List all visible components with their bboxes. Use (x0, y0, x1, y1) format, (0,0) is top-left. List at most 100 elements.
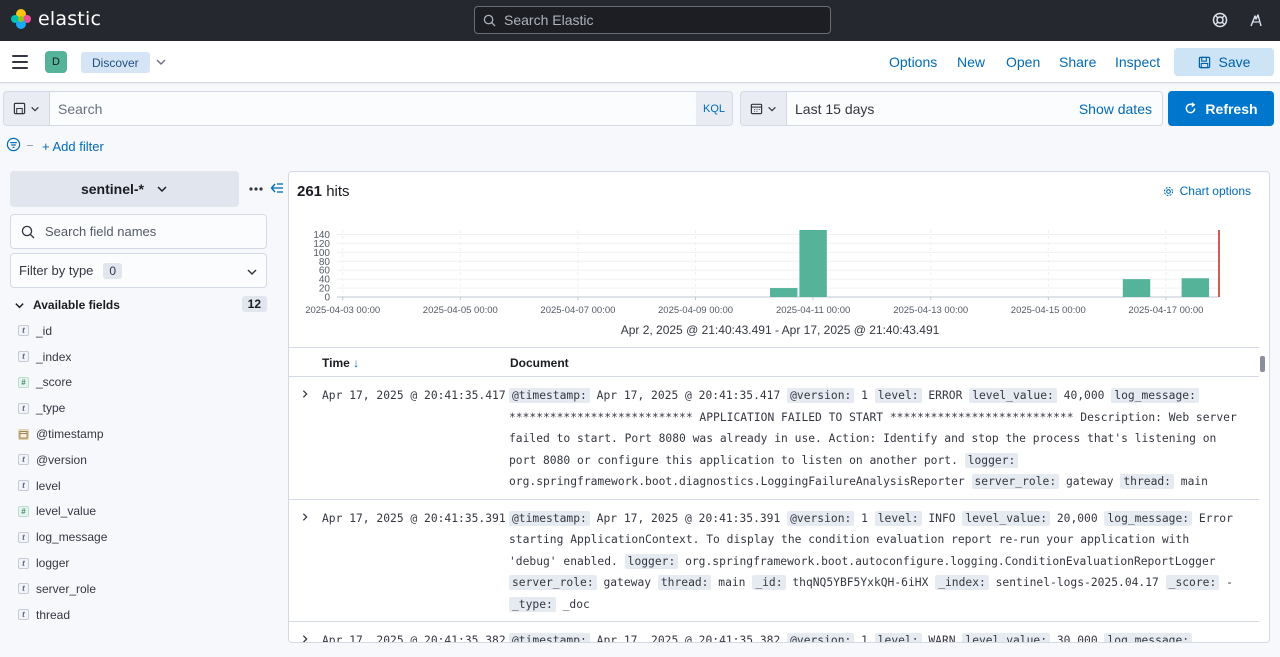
scrollbar-thumb[interactable] (1260, 356, 1265, 372)
refresh-button[interactable]: Refresh (1168, 91, 1274, 126)
quick-select-button[interactable] (740, 91, 786, 126)
chevron-down-icon[interactable] (155, 56, 167, 68)
doc-field-value: main (718, 576, 746, 589)
field-item[interactable]: # _score (18, 370, 268, 396)
global-header: elastic (0, 0, 1280, 41)
doc-field-key: _type: (509, 596, 556, 612)
doc-field-key: level: (874, 388, 922, 403)
doc-field-key: logger: (624, 553, 679, 569)
global-search[interactable] (474, 6, 831, 34)
expand-row-icon[interactable] (300, 634, 310, 643)
options-link[interactable]: Options (889, 54, 937, 70)
field-item[interactable]: t server_role (18, 576, 268, 602)
histogram-bar (1181, 278, 1210, 297)
doc-field-value: ERROR (928, 389, 963, 402)
doc-field-key: _index: (935, 575, 989, 590)
doc-field-key: @timestamp: (509, 510, 590, 526)
x-tick-label: 2025-04-07 00:00 (540, 305, 615, 316)
plot-area (337, 230, 1219, 297)
show-dates-link[interactable]: Show dates (1079, 101, 1152, 117)
collapse-sidebar-icon[interactable] (270, 181, 284, 195)
table-row[interactable]: Apr 17, 2025 @ 20:41:35.382 @timestamp: A… (289, 622, 1259, 643)
field-item[interactable]: t level (18, 473, 268, 499)
help-icon[interactable] (1212, 12, 1228, 28)
user-menu-icon[interactable] (1248, 12, 1264, 28)
string-type-icon: t (18, 583, 29, 595)
more-options-icon[interactable] (248, 181, 264, 197)
document-column-header: Document (510, 356, 569, 370)
doc-field-value: 20,000 (1056, 511, 1098, 525)
doc-field-key: log_message: (1104, 633, 1193, 642)
field-item[interactable]: t logger (18, 550, 268, 576)
field-item[interactable]: t log_message (18, 524, 268, 550)
string-type-icon: t (18, 402, 29, 414)
chevron-down-icon (157, 186, 167, 193)
doc-field-key: server_role: (509, 575, 597, 590)
field-item[interactable]: # level_value (18, 499, 268, 525)
share-link[interactable]: Share (1059, 54, 1096, 70)
global-search-input[interactable] (504, 12, 804, 28)
elastic-logo[interactable]: elastic (10, 8, 101, 30)
field-name: logger (36, 556, 70, 571)
open-link[interactable]: Open (1006, 54, 1040, 70)
filter-by-type-button[interactable]: Filter by type 0 (10, 253, 267, 288)
doc-field-key: @timestamp: (509, 633, 590, 642)
field-list: t _id t _index # _score t _type @timestamp t @vers… (18, 318, 268, 628)
available-fields-header[interactable]: Available fields 12 (14, 296, 267, 314)
time-range-display[interactable]: Last 15 days Show dates (786, 91, 1163, 126)
field-name: @timestamp (36, 427, 104, 442)
field-item[interactable]: @timestamp (18, 421, 268, 447)
field-item[interactable]: t _index (18, 344, 268, 370)
field-name: server_role (36, 581, 97, 596)
query-search[interactable] (49, 91, 697, 126)
histogram-bar (770, 288, 798, 297)
refresh-label: Refresh (1205, 100, 1258, 117)
space-avatar[interactable]: D (45, 51, 67, 73)
field-item[interactable]: t @version (18, 447, 268, 473)
time-column-header[interactable]: Time ↓ (322, 356, 359, 370)
doc-field-key: @version: (787, 388, 855, 403)
save-label: Save (1218, 54, 1251, 70)
chevron-down-icon (247, 269, 257, 276)
query-input[interactable] (58, 100, 658, 117)
menu-toggle-icon[interactable] (12, 55, 28, 69)
field-name: _id (36, 323, 53, 338)
add-filter-button[interactable]: + Add filter (42, 139, 104, 154)
inspect-link[interactable]: Inspect (1115, 54, 1160, 70)
doc-field-value: org.springframework.boot.autoconfigure.l… (685, 554, 1216, 568)
table-row[interactable]: Apr 17, 2025 @ 20:41:35.417 @timestamp: A… (289, 377, 1259, 500)
elastic-logo-icon (11, 9, 31, 29)
chart-options-button[interactable]: Chart options (1163, 184, 1251, 198)
save-button[interactable]: Save (1174, 48, 1274, 76)
index-pattern-selector[interactable]: sentinel-* (10, 171, 239, 207)
scrollbar[interactable] (1258, 347, 1268, 642)
field-item[interactable]: t _id (18, 318, 268, 344)
filter-options-icon[interactable] (6, 137, 21, 152)
doc-field-key: _score: (1165, 575, 1220, 590)
doc-field-value: 1 (861, 634, 868, 643)
expand-row-icon[interactable] (300, 512, 310, 522)
field-search-input[interactable] (45, 224, 245, 239)
saved-queries-button[interactable] (3, 91, 49, 126)
date-type-icon (18, 428, 29, 440)
gear-icon (1163, 186, 1173, 196)
field-item[interactable]: t thread (18, 602, 268, 628)
doc-field-value: - (1226, 576, 1233, 589)
query-language-button[interactable]: KQL (696, 91, 733, 126)
doc-field-value: thqNQ5YBF5YxkQH-6iHX (792, 576, 929, 589)
doc-field-value: _doc (562, 597, 590, 611)
table-row[interactable]: Apr 17, 2025 @ 20:41:35.391 @timestamp: A… (289, 500, 1259, 622)
new-link[interactable]: New (957, 54, 985, 70)
breadcrumb-discover[interactable]: Discover (81, 52, 150, 73)
doc-field-key: log_message: (1104, 510, 1193, 526)
expand-row-icon[interactable] (300, 389, 310, 399)
field-search[interactable] (10, 214, 267, 249)
string-type-icon: t (18, 531, 29, 543)
field-item[interactable]: t _type (18, 395, 268, 421)
time-column-label: Time (322, 356, 350, 370)
doc-field-key: level: (874, 510, 922, 526)
histogram-chart[interactable]: 0204060801001201402025-04-03 00:00 2025-0… (289, 217, 1270, 323)
doc-field-value: INFO (928, 511, 956, 525)
doc-field-value: gateway (1065, 475, 1114, 488)
row-document: @timestamp: Apr 17, 2025 @ 20:41:35.417 … (509, 385, 1239, 493)
